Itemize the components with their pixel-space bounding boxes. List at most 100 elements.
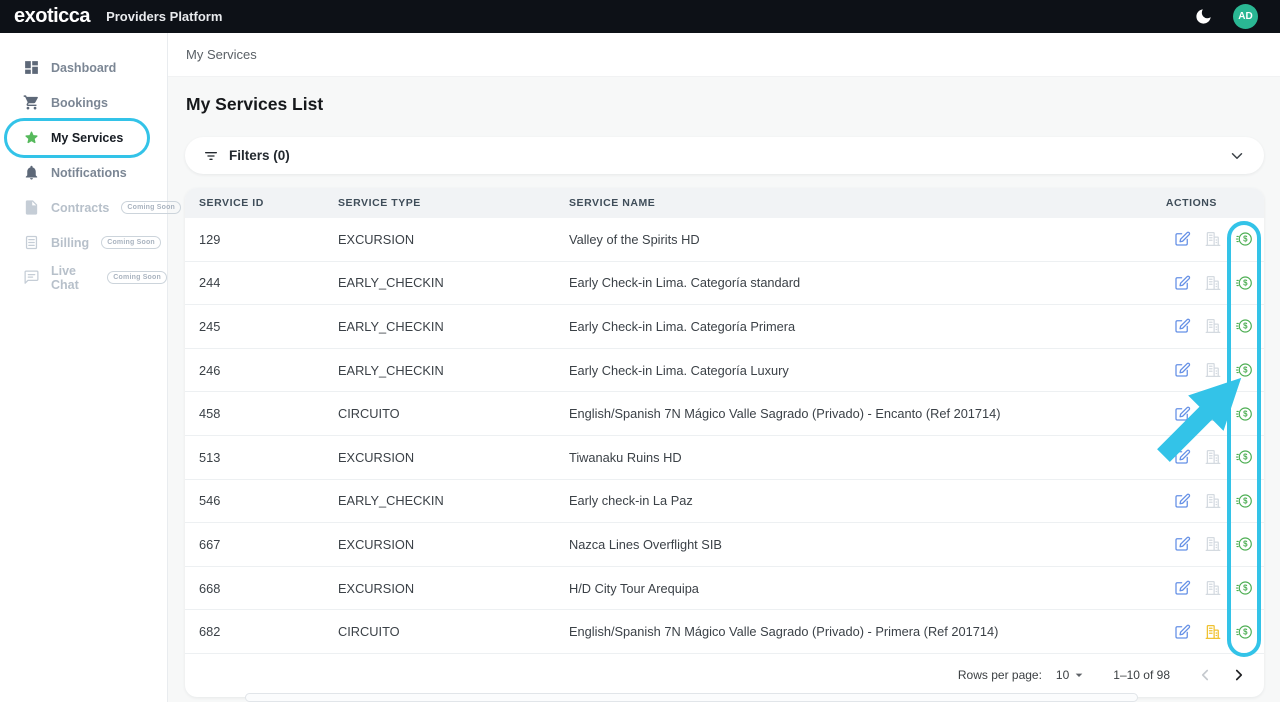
cell-service-id: 667: [199, 536, 221, 552]
breadcrumb-bar: My Services: [168, 33, 1280, 77]
hotel-building-icon[interactable]: [1204, 535, 1222, 553]
table-row: 668 EXCURSION H/D City Tour Arequipa: [185, 567, 1264, 611]
prices-dollar-icon[interactable]: [1235, 579, 1253, 597]
breadcrumb[interactable]: My Services: [186, 47, 257, 62]
row-actions: [1173, 405, 1264, 423]
row-actions: [1173, 623, 1264, 641]
table-row: 244 EARLY_CHECKIN Early Check-in Lima. C…: [185, 262, 1264, 306]
prices-dollar-icon[interactable]: [1235, 230, 1253, 248]
services-table-card: SERVICE ID SERVICE TYPE SERVICE NAME ACT…: [185, 188, 1264, 697]
top-header: exoticca Providers Platform AD: [0, 0, 1280, 33]
column-header-actions: ACTIONS: [1165, 197, 1217, 209]
edit-icon[interactable]: [1173, 317, 1191, 335]
hotel-building-icon[interactable]: [1204, 623, 1222, 641]
chevron-down-icon[interactable]: [1228, 147, 1246, 165]
main-content: My Services List Filters (0) SERVICE ID …: [168, 77, 1280, 702]
page-title: My Services List: [186, 94, 324, 114]
cell-service-name: English/Spanish 7N Mágico Valle Sagrado …: [569, 406, 1001, 422]
prices-dollar-icon[interactable]: [1235, 274, 1253, 292]
pagination-range: 1–10 of 98: [1113, 668, 1170, 683]
horizontal-scrollbar[interactable]: [245, 693, 1138, 702]
row-actions: [1173, 230, 1264, 248]
sidebar-item-dashboard[interactable]: Dashboard: [0, 50, 167, 85]
sidebar-item-label: Notifications: [51, 165, 127, 180]
edit-icon[interactable]: [1173, 492, 1191, 510]
edit-icon[interactable]: [1173, 579, 1191, 597]
cell-service-id: 668: [199, 580, 221, 596]
prices-dollar-icon[interactable]: [1235, 492, 1253, 510]
cell-service-name: Nazca Lines Overflight SIB: [569, 536, 722, 552]
cell-service-type: EXCURSION: [338, 536, 415, 552]
next-page-icon[interactable]: [1230, 666, 1248, 684]
cell-service-name: Valley of the Spirits HD: [569, 231, 700, 247]
column-header-service-name: SERVICE NAME: [569, 197, 656, 209]
edit-icon[interactable]: [1173, 274, 1191, 292]
sidebar-item-notifications[interactable]: Notifications: [0, 155, 167, 190]
rows-per-page-select[interactable]: 10: [1056, 667, 1087, 683]
star-icon: [23, 129, 40, 146]
cell-service-id: 458: [199, 406, 221, 422]
avatar[interactable]: AD: [1233, 4, 1258, 29]
prices-dollar-icon[interactable]: [1235, 623, 1253, 641]
cell-service-name: Early Check-in Lima. Categoría Luxury: [569, 362, 789, 378]
hotel-building-icon[interactable]: [1204, 448, 1222, 466]
cell-service-type: EARLY_CHECKIN: [338, 493, 444, 509]
prices-dollar-icon[interactable]: [1235, 535, 1253, 553]
edit-icon[interactable]: [1173, 405, 1191, 423]
cart-icon: [23, 94, 40, 111]
dark-mode-toggle-icon[interactable]: [1194, 7, 1213, 26]
sidebar-item-label: Live Chat: [51, 263, 79, 292]
dashboard-icon: [23, 59, 40, 76]
bell-icon: [23, 164, 40, 181]
hotel-building-icon[interactable]: [1204, 230, 1222, 248]
hotel-building-icon[interactable]: [1204, 361, 1222, 379]
table-row: 129 EXCURSION Valley of the Spirits HD: [185, 218, 1264, 262]
table-header-row: SERVICE ID SERVICE TYPE SERVICE NAME ACT…: [185, 188, 1264, 218]
row-actions: [1173, 448, 1264, 466]
prices-dollar-icon[interactable]: [1235, 405, 1253, 423]
prices-dollar-icon[interactable]: [1235, 317, 1253, 335]
previous-page-icon[interactable]: [1196, 666, 1214, 684]
edit-icon[interactable]: [1173, 230, 1191, 248]
cell-service-id: 546: [199, 493, 221, 509]
cell-service-type: EARLY_CHECKIN: [338, 362, 444, 378]
coming-soon-badge: Coming Soon: [107, 271, 167, 284]
sidebar-item-label: Dashboard: [51, 60, 117, 75]
hotel-building-icon[interactable]: [1204, 317, 1222, 335]
table-row: 246 EARLY_CHECKIN Early Check-in Lima. C…: [185, 349, 1264, 393]
cell-service-type: EXCURSION: [338, 580, 415, 596]
cell-service-name: Early check-in La Paz: [569, 493, 693, 509]
document-icon: [23, 199, 40, 216]
row-actions: [1173, 579, 1264, 597]
edit-icon[interactable]: [1173, 361, 1191, 379]
cell-service-id: 246: [199, 362, 221, 378]
hotel-building-icon[interactable]: [1204, 579, 1222, 597]
hotel-building-icon[interactable]: [1204, 274, 1222, 292]
edit-icon[interactable]: [1173, 623, 1191, 641]
table-row: 458 CIRCUITO English/Spanish 7N Mágico V…: [185, 392, 1264, 436]
cell-service-name: Early Check-in Lima. Categoría Primera: [569, 318, 796, 334]
hotel-building-icon[interactable]: [1204, 492, 1222, 510]
sidebar-item-label: Contracts: [51, 200, 110, 215]
sidebar-item-bookings[interactable]: Bookings: [0, 85, 167, 120]
cell-service-id: 129: [199, 231, 221, 247]
row-actions: [1173, 361, 1264, 379]
cell-service-type: EARLY_CHECKIN: [338, 275, 444, 291]
sidebar-item-my-services[interactable]: My Services: [0, 120, 167, 155]
cell-service-name: Tiwanaku Ruins HD: [569, 449, 682, 465]
filters-accordion[interactable]: Filters (0): [185, 137, 1264, 174]
column-header-service-id: SERVICE ID: [199, 197, 264, 209]
cell-service-name: Early Check-in Lima. Categoría standard: [569, 275, 801, 291]
edit-icon[interactable]: [1173, 535, 1191, 553]
cell-service-id: 245: [199, 318, 221, 334]
cell-service-type: EXCURSION: [338, 231, 415, 247]
hotel-building-icon[interactable]: [1204, 405, 1222, 423]
prices-dollar-icon[interactable]: [1235, 448, 1253, 466]
cell-service-id: 513: [199, 449, 221, 465]
prices-dollar-icon[interactable]: [1235, 361, 1253, 379]
exoticca-logo[interactable]: exoticca: [14, 5, 91, 28]
pagination-bar: Rows per page: 10 1–10 of 98: [185, 654, 1264, 697]
cell-service-type: EARLY_CHECKIN: [338, 318, 444, 334]
edit-icon[interactable]: [1173, 448, 1191, 466]
table-row: 667 EXCURSION Nazca Lines Overflight SIB: [185, 523, 1264, 567]
